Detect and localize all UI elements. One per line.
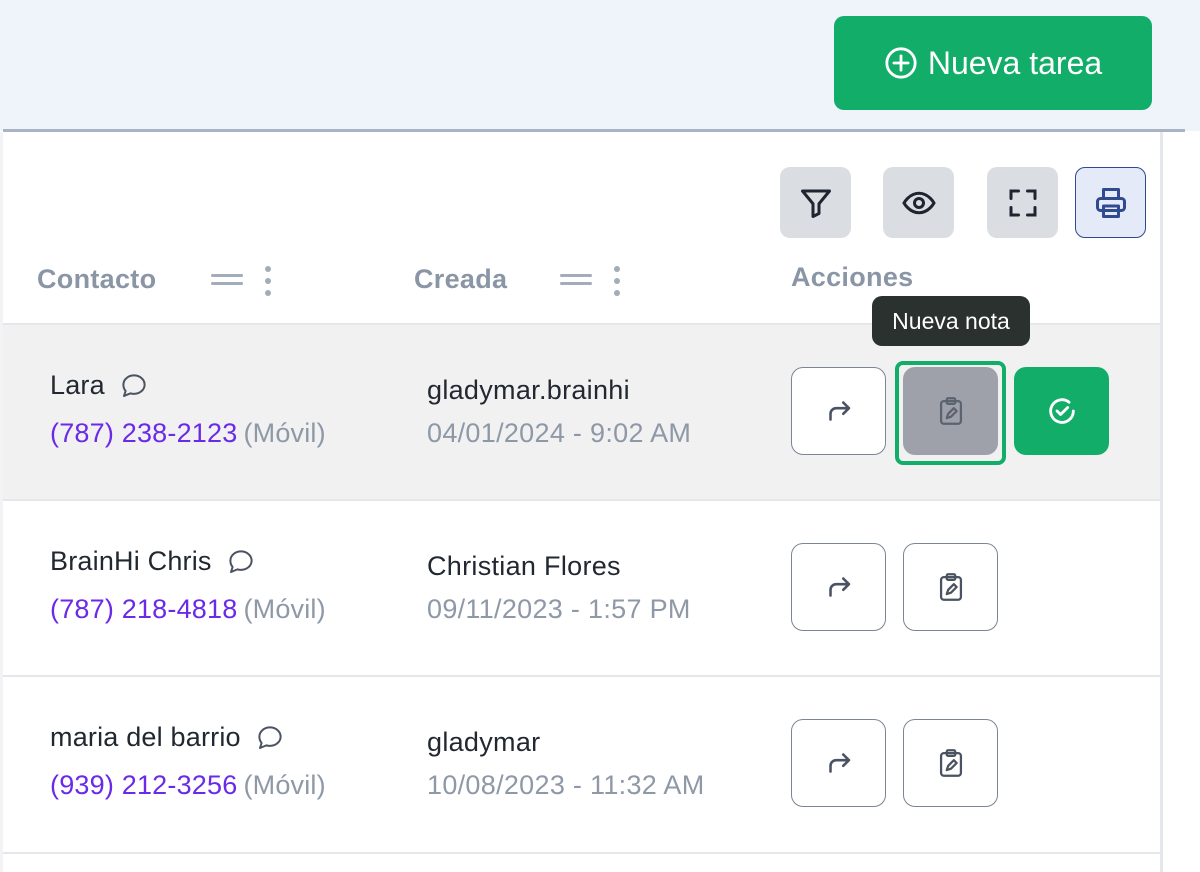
fullscreen-button[interactable] <box>987 167 1058 238</box>
filter-button[interactable] <box>780 167 851 238</box>
forward-arrow-icon <box>828 577 850 597</box>
creator-name: gladymar.brainhi <box>427 375 630 405</box>
contact-name-cell: BrainHi Chris <box>50 546 256 577</box>
phone-cell: (787) 218-4818 (Móvil) <box>50 594 326 625</box>
contact-name[interactable]: Lara <box>50 370 105 401</box>
chat-bubble-icon[interactable] <box>119 371 149 401</box>
created-date: 04/01/2024 - 9:02 AM <box>427 418 692 448</box>
drag-handle-icon[interactable] <box>560 274 592 286</box>
header-divider <box>3 129 1185 132</box>
chat-bubble-icon[interactable] <box>226 547 256 577</box>
phone-cell: (939) 212-3256 (Móvil) <box>50 770 326 801</box>
column-header-actions: Acciones <box>791 262 914 292</box>
new-task-label: Nueva tarea <box>927 44 1103 81</box>
plus-circle-icon <box>885 47 917 79</box>
creator-name: Christian Flores <box>427 551 621 581</box>
row-divider <box>3 852 1160 854</box>
phone-link[interactable]: (939) 212-3256 <box>50 770 237 800</box>
forward-button[interactable] <box>791 719 886 807</box>
tooltip: Nueva nota <box>872 296 1030 346</box>
column-header-contact[interactable]: Contacto <box>37 264 156 295</box>
new-note-button[interactable] <box>903 543 998 631</box>
clipboard-edit-icon <box>939 573 962 601</box>
phone-cell: (787) 238-2123 (Móvil) <box>50 418 326 449</box>
contact-name[interactable]: maria del barrio <box>50 722 241 753</box>
phone-link[interactable]: (787) 218-4818 <box>50 594 237 624</box>
check-circle-icon <box>1048 398 1075 424</box>
phone-type: (Móvil) <box>243 594 326 624</box>
toggle-columns-button[interactable] <box>883 167 954 238</box>
created-date: 10/08/2023 - 11:32 AM <box>427 770 705 800</box>
column-header-created[interactable]: Creada <box>414 264 507 295</box>
eye-icon <box>901 191 936 214</box>
filter-icon <box>800 189 831 218</box>
new-note-button[interactable] <box>903 719 998 807</box>
new-task-button[interactable]: Nueva tarea <box>834 16 1152 110</box>
column-menu-icon[interactable] <box>265 266 271 296</box>
phone-type: (Móvil) <box>243 770 326 800</box>
complete-task-button[interactable] <box>1014 367 1109 455</box>
forward-button[interactable] <box>791 367 886 455</box>
panel-right-border <box>1160 132 1163 872</box>
contact-name-cell: Lara <box>50 370 149 401</box>
phone-link[interactable]: (787) 238-2123 <box>50 418 237 448</box>
forward-arrow-icon <box>828 753 850 773</box>
drag-handle-icon[interactable] <box>211 274 243 286</box>
forward-button[interactable] <box>791 543 886 631</box>
contact-name[interactable]: BrainHi Chris <box>50 546 212 577</box>
clipboard-edit-icon <box>939 749 962 777</box>
creator-name: gladymar <box>427 727 541 757</box>
phone-type: (Móvil) <box>243 418 326 448</box>
print-button[interactable] <box>1075 167 1146 238</box>
column-menu-icon[interactable] <box>614 266 620 296</box>
contact-name-cell: maria del barrio <box>50 722 285 753</box>
created-date: 09/11/2023 - 1:57 PM <box>427 594 691 624</box>
focus-ring <box>895 361 1006 465</box>
chat-bubble-icon[interactable] <box>255 723 285 753</box>
fullscreen-icon <box>1009 189 1036 216</box>
forward-arrow-icon <box>828 401 850 421</box>
printer-icon <box>1095 187 1126 218</box>
